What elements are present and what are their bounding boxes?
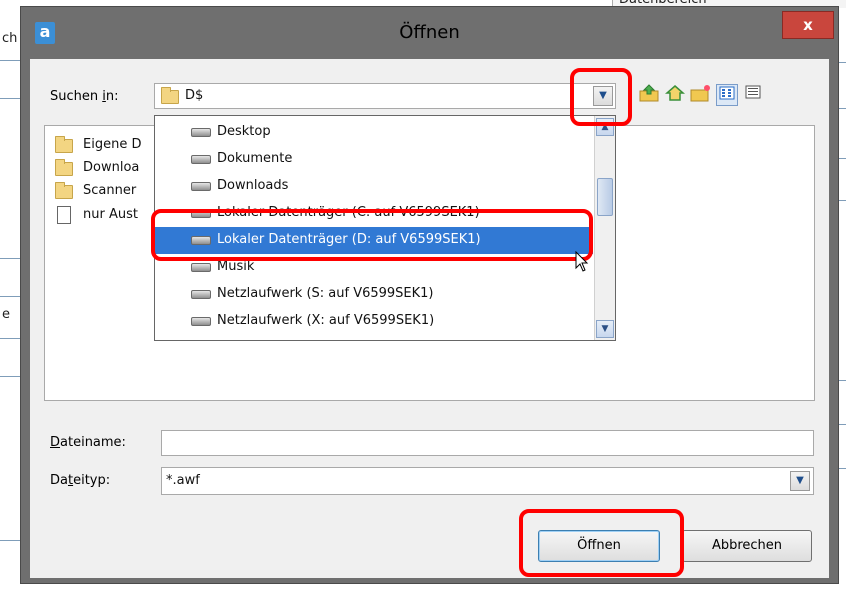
folder-icon [55, 136, 73, 153]
document-icon [57, 206, 71, 224]
drive-icon [191, 209, 211, 218]
background-text-fragment: e [2, 307, 10, 322]
folder-icon [55, 159, 73, 176]
home-icon[interactable] [664, 84, 686, 106]
background-divider [0, 60, 20, 61]
open-dialog: a Öffnen x Suchen in: D$ ▼ Eigene D Down… [20, 6, 839, 584]
dropdown-scrollbar[interactable]: ▲ ▼ [594, 116, 615, 340]
dropdown-item[interactable]: Dokumente [155, 146, 593, 173]
dialog-client-area: Suchen in: D$ ▼ Eigene D Downloa Scanner… [30, 59, 829, 578]
lookin-combobox[interactable]: D$ ▼ [154, 83, 616, 109]
title-bar[interactable]: a Öffnen x [21, 7, 838, 59]
background-text-fragment: ch [2, 31, 18, 46]
drive-icon [191, 128, 211, 137]
dialog-title: Öffnen [399, 22, 460, 43]
details-view-icon[interactable] [742, 84, 764, 106]
dropdown-item-selected[interactable]: Lokaler Datenträger (D: auf V6599SEK1) [155, 227, 593, 254]
up-folder-icon[interactable] [638, 84, 660, 106]
background-divider [0, 338, 20, 339]
filetype-dropdown-button[interactable]: ▼ [790, 471, 810, 491]
cancel-button[interactable]: Abbrechen [682, 530, 812, 562]
filetype-select[interactable]: *.awf ▼ [161, 467, 814, 495]
scroll-down-icon[interactable]: ▼ [596, 320, 614, 338]
background-divider [0, 376, 20, 377]
background-divider [0, 98, 20, 99]
dropdown-item[interactable]: Netzlaufwerk (X: auf V6599SEK1) [155, 308, 593, 335]
filetype-label: Dateityp: [50, 473, 111, 488]
lookin-value: D$ [185, 88, 204, 103]
background-divider [0, 540, 20, 541]
lookin-label: Suchen in: [50, 89, 119, 104]
lookin-dropdown-list[interactable]: Desktop Dokumente Downloads Lokaler Date… [154, 115, 616, 341]
filetype-value: *.awf [166, 473, 200, 488]
filename-input[interactable] [161, 430, 814, 456]
scroll-thumb[interactable] [597, 178, 613, 216]
drive-icon [191, 290, 211, 299]
dropdown-item[interactable]: Lokaler Datenträger (C: auf V6599SEK1) [155, 200, 593, 227]
drive-icon [191, 263, 211, 272]
background-divider [0, 258, 20, 259]
drive-icon [191, 317, 211, 326]
mouse-cursor-icon [575, 250, 589, 273]
close-button[interactable]: x [782, 11, 834, 39]
background-divider [0, 296, 20, 297]
new-folder-icon[interactable] [690, 84, 712, 106]
drive-icon [191, 182, 211, 191]
dropdown-item[interactable]: Downloads [155, 173, 593, 200]
drive-icon [191, 155, 211, 164]
lookin-dropdown-button[interactable]: ▼ [593, 86, 613, 106]
open-button[interactable]: Öffnen [538, 530, 660, 562]
scroll-up-icon[interactable]: ▲ [596, 118, 614, 136]
dropdown-item[interactable]: Netzlaufwerk (S: auf V6599SEK1) [155, 281, 593, 308]
list-view-icon[interactable] [716, 84, 738, 106]
dropdown-item[interactable]: Desktop [155, 119, 593, 146]
folder-icon [161, 87, 179, 104]
dropdown-item[interactable]: Musik [155, 254, 593, 281]
folder-icon [55, 182, 73, 199]
drive-icon [191, 236, 211, 245]
filename-label: Dateiname: [50, 435, 126, 450]
